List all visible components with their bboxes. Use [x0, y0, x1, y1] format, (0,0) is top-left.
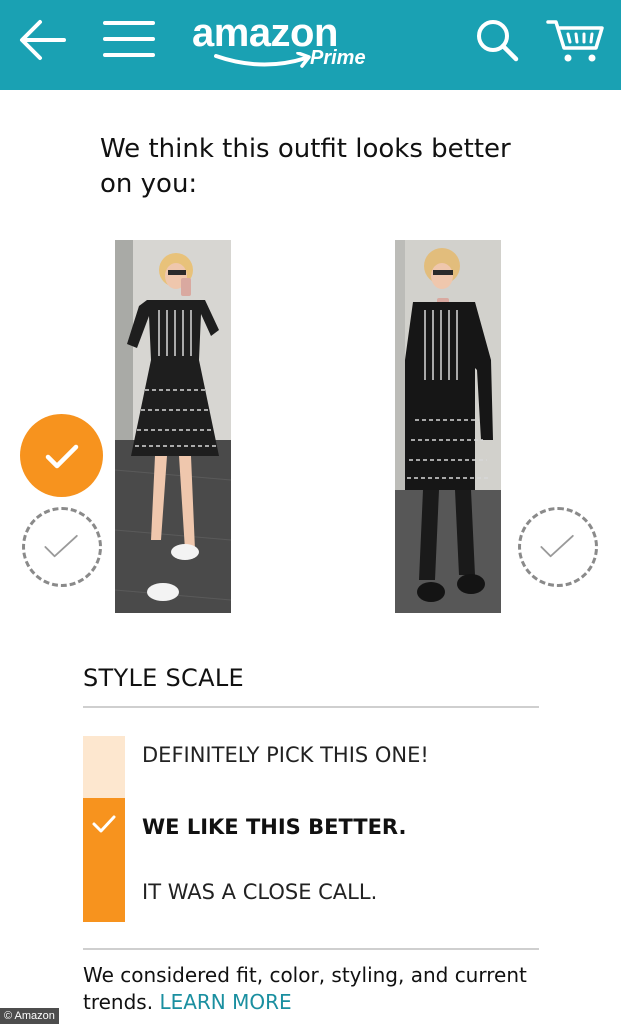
checkmark-icon — [92, 815, 116, 833]
logo-prime-text: Prime — [310, 47, 366, 69]
smile-arrow-icon — [214, 52, 311, 68]
checkmark-outline-icon — [44, 534, 78, 558]
scale-item-definitely: DEFINITELY PICK THIS ONE! — [142, 743, 429, 767]
learn-more-link[interactable]: LEARN MORE — [159, 990, 291, 1014]
style-scale-title: STYLE SCALE — [83, 664, 244, 692]
footnote-text: We considered fit, color, styling, and c… — [83, 963, 527, 1014]
outfit-photo-left[interactable] — [115, 240, 231, 613]
back-arrow-icon[interactable] — [18, 18, 68, 62]
outfit-photo-right-image — [395, 240, 501, 613]
hamburger-menu-icon[interactable] — [103, 17, 155, 61]
scale-bar-level-definitely — [83, 736, 125, 798]
divider — [83, 706, 539, 708]
amazon-prime-logo[interactable]: amazon Prime — [192, 8, 378, 74]
search-icon[interactable] — [474, 17, 520, 63]
image-credit: © Amazon — [0, 1008, 59, 1024]
recommendation-headline: We think this outfit looks better on you… — [100, 134, 511, 199]
checkmark-outline-icon — [540, 534, 574, 558]
unselected-left-option-button[interactable] — [22, 507, 102, 587]
outfit-photo-left-image — [115, 240, 231, 613]
footnote: We considered fit, color, styling, and c… — [83, 962, 533, 1016]
cart-icon[interactable] — [546, 16, 604, 64]
checkmark-icon — [45, 444, 79, 469]
top-navigation-bar: amazon Prime — [0, 0, 621, 90]
select-left-outfit-button[interactable] — [20, 414, 103, 497]
divider — [83, 948, 539, 950]
scale-item-like-better: WE LIKE THIS BETTER. — [142, 815, 407, 839]
scale-item-close-call: IT WAS A CLOSE CALL. — [142, 880, 378, 904]
outfit-photo-right[interactable] — [395, 240, 501, 613]
select-right-outfit-button[interactable] — [518, 507, 598, 587]
